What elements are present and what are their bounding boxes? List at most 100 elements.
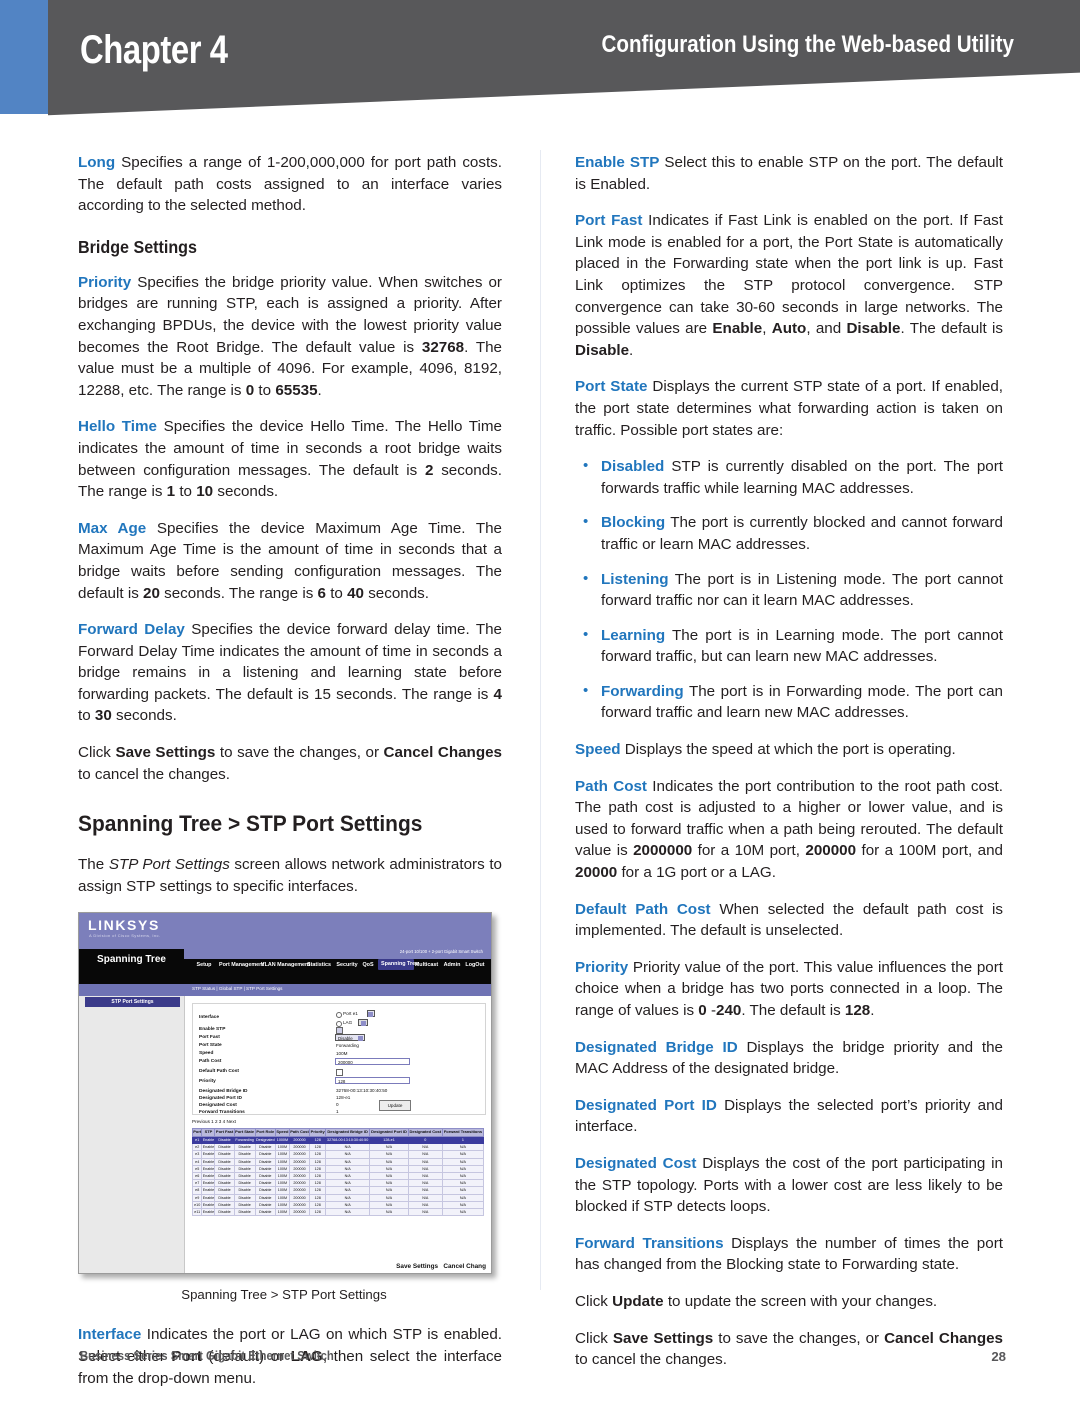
screenshot-table-cell: N/A bbox=[325, 1186, 371, 1195]
text-portfast-1: Indicates if Fast Link is enabled on the… bbox=[575, 212, 1003, 338]
term-learning: Learning bbox=[601, 626, 666, 644]
screenshot-table-cell: N/A bbox=[407, 1193, 443, 1202]
screenshot-checkbox-enable-stp[interactable] bbox=[336, 1027, 343, 1035]
screenshot-value-designated-port-id: 128-e1 bbox=[336, 1095, 351, 1101]
screenshot-tab-statistics[interactable]: Statistics bbox=[305, 962, 333, 968]
list-item: Forwarding The port is in Forwarding mod… bbox=[575, 680, 1003, 724]
screenshot-table-cell: Disable bbox=[233, 1172, 256, 1181]
screenshot-tab-multicast[interactable]: Multicast bbox=[413, 962, 440, 968]
screenshot-table-row[interactable]: e11 Enable Disable Disable Disable 100M 200000… bbox=[191, 1208, 485, 1217]
value-0: 0 bbox=[245, 381, 255, 399]
text-fwddelay-3: seconds. bbox=[111, 707, 177, 725]
screenshot-table-cell: Disable bbox=[254, 1164, 277, 1174]
screenshot-pager[interactable]: Previous 1 2 3 4 Next bbox=[192, 1119, 236, 1124]
screenshot-select-lag-number[interactable] bbox=[358, 1019, 368, 1027]
screenshot-table-cell: Disable bbox=[233, 1186, 256, 1195]
screenshot-radio-lag-label: LAG bbox=[343, 1020, 353, 1026]
term-listening: Listening bbox=[601, 570, 669, 588]
screenshot-table-cell: Disable bbox=[214, 1193, 235, 1202]
screenshot-table-cell: 128 bbox=[309, 1143, 327, 1152]
right-column: Enable STP Select this to enable STP on … bbox=[575, 152, 1003, 1371]
screenshot-table-cell: N/A bbox=[407, 1179, 443, 1188]
screenshot-port-table: Port STP Port Fast Port State Port Role … bbox=[191, 1128, 485, 1217]
screenshot-table-cell: N/A bbox=[325, 1200, 371, 1210]
screenshot-table-cell: 100M bbox=[275, 1150, 290, 1159]
screenshot-table-cell: Disable bbox=[214, 1172, 235, 1181]
term-forwarding: Forwarding bbox=[601, 682, 684, 700]
text-priority-3: to bbox=[254, 381, 276, 399]
screenshot-table-cell: 100M bbox=[275, 1208, 290, 1217]
screenshot-table-cell: Disable bbox=[214, 1143, 235, 1152]
screenshot-table-cell: e4 bbox=[191, 1157, 203, 1166]
text-portfast-5: . bbox=[629, 341, 634, 359]
screenshot-tab-admin[interactable]: Admin bbox=[442, 962, 462, 968]
screenshot-select-port-fast[interactable]: Disable bbox=[335, 1034, 365, 1042]
screenshot-input-priority[interactable]: 128 bbox=[335, 1077, 410, 1085]
value-20: 20 bbox=[143, 584, 160, 602]
screenshot-table-row[interactable]: e5 Enable Disable Disable Disable 100M 200000 1… bbox=[191, 1164, 485, 1174]
screenshot-checkbox-default-path-cost[interactable] bbox=[336, 1069, 343, 1077]
screenshot-table-cell: 128 bbox=[309, 1193, 327, 1202]
screenshot-table-row[interactable]: e8 Enable Disable Disable Disable 100M 200000 1… bbox=[191, 1186, 485, 1195]
screenshot-table-cell: Disable bbox=[214, 1136, 235, 1145]
screenshot-table-cell: N/A bbox=[407, 1143, 443, 1152]
screenshot-footer-buttons[interactable]: Save Settings Cancel Chang bbox=[396, 1263, 486, 1270]
screenshot-tab-logout[interactable]: LogOut bbox=[464, 962, 486, 968]
screenshot-tab-setup[interactable]: Setup bbox=[191, 962, 217, 968]
port-states-list: Disabled STP is currently disabled on th… bbox=[575, 455, 1003, 724]
value-20000: 20000 bbox=[575, 864, 618, 882]
screenshot-update-button[interactable]: Update bbox=[379, 1100, 411, 1112]
term-default-path-cost: Default Path Cost bbox=[575, 900, 711, 918]
screenshot-table-cell: Enable bbox=[201, 1179, 216, 1188]
text-long: Specifies a range of 1-200,000,000 for p… bbox=[78, 154, 502, 215]
screenshot-breadcrumb[interactable]: STP Status | Global STP | STP Port Setti… bbox=[192, 986, 282, 991]
screenshot-table-row[interactable]: e1 Enable Disable Forwarding Designated 1000M… bbox=[191, 1136, 485, 1145]
screenshot-select-port-number[interactable] bbox=[367, 1010, 375, 1018]
screenshot-save-settings-button[interactable]: Save Settings bbox=[396, 1263, 438, 1270]
screenshot-table-cell: N/A bbox=[441, 1157, 485, 1166]
screenshot-web-utility: LINKSYS A Division of Cisco Systems, Inc… bbox=[78, 912, 492, 1275]
screenshot-input-path-cost[interactable]: 200000 bbox=[335, 1058, 410, 1066]
list-item: Listening The port is in Listening mode.… bbox=[575, 567, 1003, 612]
screenshot-th-forward-transitions: Forward Transitions bbox=[441, 1128, 485, 1138]
screenshot-th-speed: Speed bbox=[275, 1128, 290, 1138]
screenshot-table-cell: Enable bbox=[201, 1193, 216, 1202]
screenshot-table-cell: Disable bbox=[214, 1179, 235, 1188]
screenshot-table-cell: 200000 bbox=[288, 1172, 311, 1181]
screenshot-tab-port-management[interactable]: Port Management bbox=[219, 962, 264, 968]
screenshot-tab-vlan-management[interactable]: VLAN Management bbox=[261, 962, 310, 968]
screenshot-tab-qos[interactable]: QoS bbox=[361, 962, 375, 968]
screenshot-table-row[interactable]: e4 Enable Disable Disable Disable 100M 200000 1… bbox=[191, 1157, 485, 1166]
screenshot-table-cell: 100M bbox=[275, 1186, 290, 1195]
screenshot-value-forward-transitions: 1 bbox=[336, 1109, 339, 1115]
screenshot-table-row[interactable]: e3 Enable Disable Disable Disable 100M 200000 1… bbox=[191, 1150, 485, 1159]
screenshot-label-designated-port-id: Designated Port ID bbox=[199, 1096, 242, 1102]
screenshot-table-cell: 1000M bbox=[275, 1136, 290, 1145]
screenshot-tab-spanning-tree[interactable]: Spanning Tree bbox=[378, 959, 418, 970]
paragraph-default-path-cost: Default Path Cost When selected the defa… bbox=[575, 899, 1003, 942]
screenshot-table-cell: Disable bbox=[233, 1150, 256, 1159]
screenshot-table-cell: Enable bbox=[201, 1164, 216, 1174]
text-maxage-3: to bbox=[325, 584, 348, 602]
screenshot-tab-security[interactable]: Security bbox=[334, 962, 360, 968]
screenshot-table-cell: N/A bbox=[369, 1164, 409, 1174]
screenshot-table-cell: 128-e1 bbox=[369, 1136, 409, 1145]
screenshot-table-cell: 100M bbox=[275, 1157, 290, 1166]
screenshot-table-row[interactable]: e2 Enable Disable Disable Disable 100M 200000 1… bbox=[191, 1143, 485, 1152]
paragraph-path-cost: Path Cost Indicates the port contributio… bbox=[575, 776, 1003, 884]
term-forward-delay: Forward Delay bbox=[78, 621, 185, 639]
screenshot-table-row[interactable]: e7 Enable Disable Disable Disable 100M 200000 1… bbox=[191, 1179, 485, 1188]
value-32768: 32768 bbox=[421, 338, 465, 356]
screenshot-table-row[interactable]: e10 Enable Disable Disable Disable 100M 200000… bbox=[191, 1200, 485, 1210]
figure-caption: Spanning Tree > STP Port Settings bbox=[181, 1287, 387, 1303]
screenshot-cancel-changes-button[interactable]: Cancel Chang bbox=[443, 1263, 486, 1270]
screenshot-table-cell: 200000 bbox=[288, 1150, 311, 1159]
screenshot-table-row[interactable]: e9 Enable Disable Disable Disable 100M 200000 1… bbox=[191, 1193, 485, 1202]
screenshot-table-cell: N/A bbox=[325, 1208, 371, 1217]
screenshot-table-row[interactable]: e6 Enable Disable Disable Disable 100M 200000 1… bbox=[191, 1172, 485, 1181]
term-blocking: Blocking bbox=[601, 514, 666, 532]
screenshot-table-cell: Enable bbox=[201, 1186, 216, 1195]
screenshot-side-panel-title: STP Port Settings bbox=[85, 997, 180, 1008]
screenshot-table-cell: N/A bbox=[441, 1143, 485, 1152]
screenshot-table-cell: Enable bbox=[201, 1208, 216, 1217]
